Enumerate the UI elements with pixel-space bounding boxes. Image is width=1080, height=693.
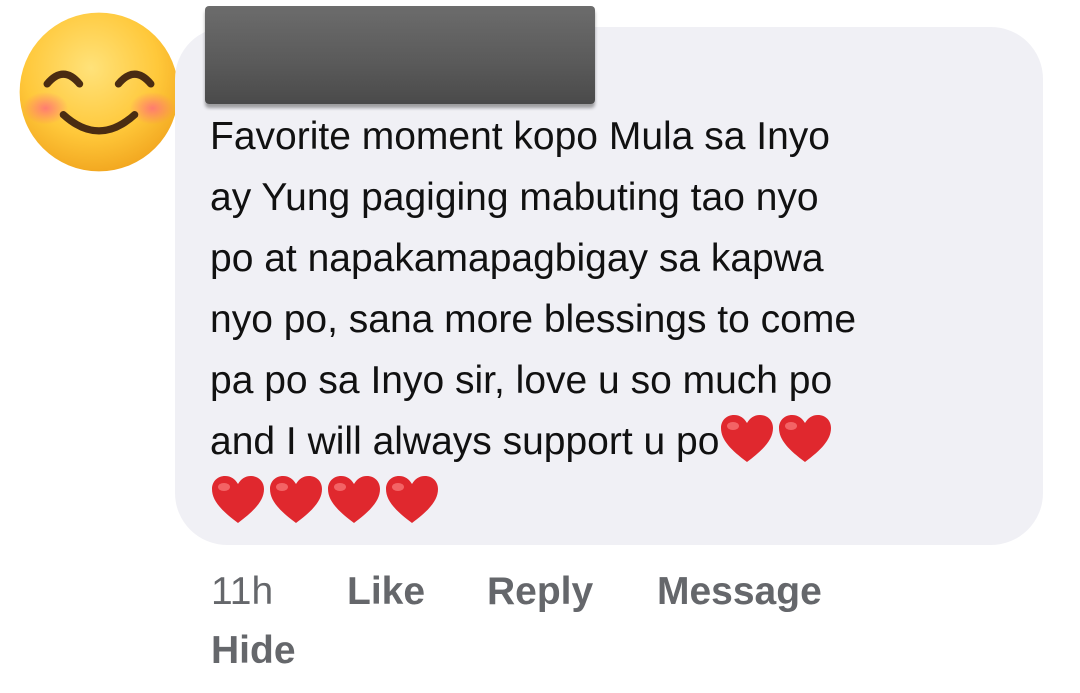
red-heart-icon (721, 415, 774, 462)
avatar-smiling-face-icon[interactable] (18, 11, 180, 173)
comment-line-7-hearts (210, 472, 1020, 533)
red-heart-icon (328, 476, 380, 523)
red-heart-icon (270, 476, 322, 523)
message-button[interactable]: Message (657, 569, 822, 615)
comment-text: Favorite moment kopo Mula sa Inyo ay Yun… (210, 106, 1020, 533)
comment-line-4: nyo po, sana more blessings to come (210, 298, 857, 341)
comment-line-2: ay Yung pagiging mabuting tao nyo (210, 176, 819, 219)
comment-line-6-wrap: and I will always support u po (210, 411, 1020, 472)
comment-timestamp: 11h (211, 570, 274, 613)
comment-line-1: Favorite moment kopo Mula sa Inyo (210, 115, 830, 158)
hide-button[interactable]: Hide (211, 628, 296, 674)
red-heart-icon (212, 476, 264, 523)
like-button[interactable]: Like (347, 569, 425, 615)
comment-line-6: and I will always support u po (210, 420, 720, 463)
comment-line-3: po at napakamapagbigay sa kapwa (210, 237, 824, 280)
comment-screenshot: Favorite moment kopo Mula sa Inyo ay Yun… (0, 0, 1080, 693)
reply-button[interactable]: Reply (487, 569, 593, 615)
author-name-redaction (205, 6, 595, 104)
comment-line-5: pa po sa Inyo sir, love u so much po (210, 359, 833, 402)
red-heart-icon (386, 476, 438, 523)
red-heart-icon (779, 415, 832, 462)
